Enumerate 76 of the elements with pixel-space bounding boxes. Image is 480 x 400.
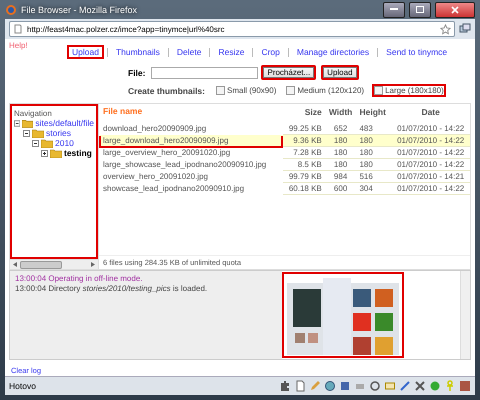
toolbar-link[interactable]: Delete bbox=[172, 45, 206, 59]
square-icon[interactable] bbox=[459, 380, 471, 392]
file-height: 516 bbox=[356, 170, 392, 182]
maximize-button[interactable] bbox=[409, 2, 431, 18]
file-height: 180 bbox=[356, 158, 392, 170]
left-arrow-icon[interactable] bbox=[13, 262, 17, 267]
checkbox[interactable] bbox=[286, 86, 296, 95]
column-header[interactable]: Width bbox=[324, 104, 356, 123]
page-icon bbox=[13, 24, 23, 34]
navigation-title: Navigation bbox=[14, 109, 53, 118]
minimize-button[interactable] bbox=[383, 2, 405, 18]
collapse-icon[interactable] bbox=[32, 140, 39, 146]
column-header[interactable]: Height bbox=[356, 104, 392, 123]
checkbox[interactable] bbox=[216, 86, 225, 95]
toolbar-link[interactable]: Thumbnails bbox=[110, 45, 165, 59]
column-header[interactable]: Size bbox=[282, 104, 325, 123]
collapse-icon[interactable] bbox=[23, 130, 30, 136]
file-width: 652 bbox=[324, 123, 356, 134]
file-date: 01/07/2010 - 14:21 bbox=[391, 170, 470, 182]
folder-link[interactable]: stories bbox=[46, 128, 72, 138]
horizontal-scrollbar[interactable] bbox=[10, 259, 98, 269]
file-size: 8.5 KB bbox=[282, 158, 325, 170]
file-size: 99.25 KB bbox=[282, 123, 325, 134]
column-header[interactable]: Date bbox=[391, 104, 470, 123]
windows-icon[interactable] bbox=[459, 23, 471, 35]
folder-link[interactable]: sites/default/file bbox=[35, 118, 94, 128]
close-button[interactable] bbox=[435, 2, 475, 18]
upload-button[interactable]: Upload bbox=[321, 65, 359, 80]
right-arrow-icon[interactable] bbox=[91, 262, 95, 267]
expand-icon[interactable] bbox=[41, 150, 48, 156]
maximize-icon bbox=[416, 6, 424, 13]
file-size: 99.79 KB bbox=[282, 170, 325, 182]
file-size: 60.18 KB bbox=[282, 182, 325, 194]
file-name[interactable]: large_download_hero20090909.jpg bbox=[100, 134, 282, 146]
minimize-icon bbox=[390, 8, 398, 11]
file-date: 01/07/2010 - 14:22 bbox=[391, 123, 470, 134]
close-icon bbox=[451, 6, 459, 14]
window-title: File Browser - Mozilla Firefox bbox=[21, 4, 138, 14]
folder-icon bbox=[22, 118, 34, 128]
folder-link[interactable]: testing bbox=[64, 148, 92, 158]
checkbox[interactable] bbox=[374, 86, 384, 95]
folder-icon bbox=[41, 138, 53, 148]
log-entry: 13:00:04 Operating in off-line mode. bbox=[15, 274, 144, 283]
folder-icon bbox=[32, 128, 44, 138]
thumbnail-option[interactable]: Small (90x90) bbox=[214, 84, 278, 97]
envelope-icon[interactable] bbox=[384, 380, 396, 392]
file-date: 01/07/2010 - 14:22 bbox=[391, 146, 470, 158]
toolbar-link[interactable]: Crop bbox=[256, 45, 285, 59]
thumbnails-label: Create thumbnails: bbox=[128, 86, 205, 96]
file-height: 180 bbox=[356, 134, 392, 146]
folder-icon bbox=[50, 148, 62, 158]
status-text: Hotovo bbox=[9, 381, 37, 391]
toolbar-link[interactable]: Resize bbox=[213, 45, 250, 59]
thumbnail-option[interactable]: Large (180x180) bbox=[372, 84, 446, 97]
file-label: File: bbox=[128, 68, 146, 78]
address-bar[interactable]: http://feast4mac.polzer.cz/imce?app=tinymce|url%40src bbox=[9, 21, 455, 37]
toolbar-link[interactable]: Manage directories bbox=[292, 45, 374, 59]
file-date: 01/07/2010 - 14:22 bbox=[391, 182, 470, 194]
file-input[interactable] bbox=[151, 66, 258, 78]
folder-link[interactable]: 2010 bbox=[55, 138, 74, 148]
file-height: 304 bbox=[356, 182, 392, 194]
file-height: 180 bbox=[356, 146, 392, 158]
browse-button[interactable]: Procházet... bbox=[261, 65, 316, 80]
puzzle-icon[interactable] bbox=[279, 380, 291, 392]
file-date: 01/07/2010 - 14:22 bbox=[391, 158, 470, 170]
log-entry: 13:00:04 Directory stories/2010/testing_pics is loaded. bbox=[15, 284, 208, 293]
star-icon[interactable] bbox=[440, 24, 451, 34]
firefox-icon bbox=[5, 4, 17, 16]
collapse-icon[interactable] bbox=[14, 120, 20, 126]
file-date: 01/07/2010 - 14:22 bbox=[391, 134, 470, 146]
toolbar-link[interactable]: Upload bbox=[67, 45, 104, 59]
toolbar-link[interactable]: Send to tinymce bbox=[381, 45, 452, 59]
file-height: 483 bbox=[356, 123, 392, 134]
thumbnail-option[interactable]: Medium (120x120) bbox=[284, 84, 366, 97]
vertical-scrollbar[interactable] bbox=[460, 271, 470, 359]
page-icon[interactable] bbox=[294, 380, 306, 392]
